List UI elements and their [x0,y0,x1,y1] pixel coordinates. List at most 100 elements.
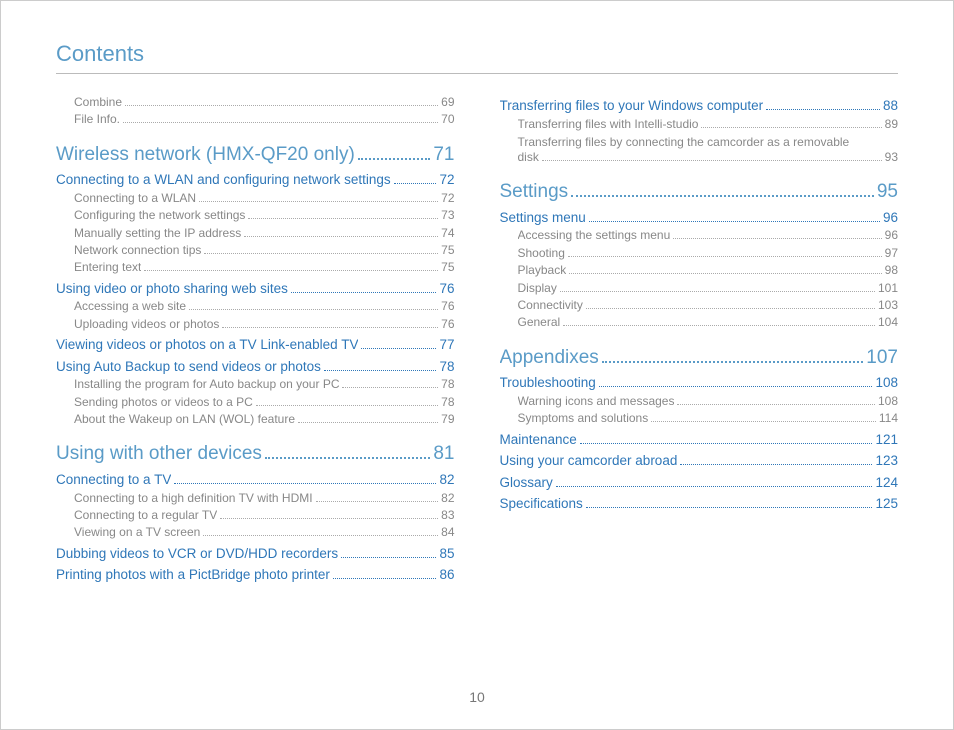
toc-page-number: 123 [875,451,898,471]
dot-leader [560,282,875,292]
toc-entry[interactable]: Network connection tips75 [74,242,455,259]
toc-entry[interactable]: Connecting to a high definition TV with … [74,490,455,507]
toc-page-number: 101 [878,280,898,297]
toc-entry[interactable]: Playback 98 [518,262,899,279]
dot-leader [244,227,438,237]
dot-leader [222,318,438,328]
toc-page-number: 76 [439,279,454,299]
dot-leader [586,299,875,309]
dot-leader [125,96,438,106]
toc-entry[interactable]: Combine69 [74,94,455,111]
toc-label: Dubbing videos to VCR or DVD/HDD recorde… [56,544,338,564]
toc-entry[interactable]: Transferring files by connecting the cam… [518,135,899,166]
toc-page-number: 96 [883,208,898,228]
toc-subsection[interactable]: Using Auto Backup to send videos or phot… [56,357,455,377]
toc-subsection[interactable]: Glossary124 [500,473,899,493]
dot-leader [358,144,431,160]
right-column: Transferring files to your Windows compu… [500,94,899,585]
toc-entry[interactable]: Configuring the network settings73 [74,207,455,224]
toc-label: Connecting to a high definition TV with … [74,490,313,507]
toc-subsection[interactable]: Maintenance121 [500,430,899,450]
toc-entry[interactable]: Connecting to a regular TV83 [74,507,455,524]
dot-leader [568,247,882,257]
toc-entry[interactable]: Transferring files with Intelli-studio89 [518,116,899,133]
toc-subsection[interactable]: Settings menu96 [500,208,899,228]
toc-section[interactable]: Appendixes107 [500,344,899,372]
toc-columns: Combine69File Info.70 Wireless network (H… [56,94,898,585]
toc-label: Maintenance [500,430,577,450]
toc-section[interactable]: Settings95 [500,178,899,206]
toc-entry[interactable]: Warning icons and messages108 [518,393,899,410]
toc-label: General [518,314,561,331]
dot-leader [220,509,438,519]
toc-page-number: 75 [441,242,454,259]
toc-entry[interactable]: Shooting97 [518,245,899,262]
toc-subsection[interactable]: Dubbing videos to VCR or DVD/HDD recorde… [56,544,455,564]
toc-page-number: 103 [878,297,898,314]
toc-label: Settings [500,178,569,206]
toc-subsection[interactable]: Viewing videos or photos on a TV Link-en… [56,335,455,355]
dot-leader [248,209,438,219]
dot-leader [256,396,438,406]
toc-page-number: 72 [441,190,454,207]
dot-leader [599,376,873,387]
toc-entry[interactable]: Display101 [518,280,899,297]
toc-section[interactable]: Using with other devices81 [56,440,455,468]
dot-leader [324,360,437,371]
toc-page-number: 98 [885,262,898,279]
dot-leader [203,526,438,536]
toc-entry[interactable]: Accessing the settings menu96 [518,227,899,244]
toc-entry[interactable]: Accessing a web site76 [74,298,455,315]
dot-leader [316,492,439,502]
toc-label: Using your camcorder abroad [500,451,678,471]
toc-label: File Info. [74,111,120,128]
toc-subsection[interactable]: Using video or photo sharing web sites76 [56,279,455,299]
page-content: Contents Combine69File Info.70 Wireless n… [1,1,953,615]
toc-subsection[interactable]: Transferring files to your Windows compu… [500,96,899,116]
dot-leader [563,316,875,326]
toc-entry[interactable]: Uploading videos or photos76 [74,316,455,333]
toc-entry[interactable]: Manually setting the IP address74 [74,225,455,242]
toc-entry[interactable]: Entering text75 [74,259,455,276]
page-title: Contents [56,41,898,74]
toc-entry[interactable]: Symptoms and solutions114 [518,410,899,427]
toc-subsection[interactable]: Troubleshooting108 [500,373,899,393]
toc-entry[interactable]: About the Wakeup on LAN (WOL) feature79 [74,411,455,428]
toc-label: Warning icons and messages [518,393,675,410]
toc-page-number: 78 [441,376,454,393]
toc-entry[interactable]: Installing the program for Auto backup o… [74,376,455,393]
toc-label: Playback [518,262,567,279]
toc-entry[interactable]: General104 [518,314,899,331]
toc-label: Configuring the network settings [74,207,245,224]
dot-leader [174,473,436,484]
dot-leader [673,229,881,239]
toc-page-number: 108 [875,373,898,393]
dot-leader [123,113,438,123]
toc-subsection[interactable]: Connecting to a WLAN and configuring net… [56,170,455,190]
toc-page-number: 93 [885,149,898,166]
toc-subsection[interactable]: Using your camcorder abroad 123 [500,451,899,471]
toc-page-number: 74 [441,225,454,242]
toc-page-number: 72 [439,170,454,190]
toc-page-number: 96 [885,227,898,244]
toc-entry[interactable]: Sending photos or videos to a PC78 [74,394,455,411]
toc-page-number: 114 [879,410,898,427]
dot-leader [204,244,438,254]
toc-section[interactable]: Wireless network (HMX-QF20 only)71 [56,141,455,169]
toc-page-number: 89 [885,116,898,133]
toc-subsection[interactable]: Connecting to a TV82 [56,470,455,490]
toc-label: Viewing videos or photos on a TV Link-en… [56,335,358,355]
toc-entry[interactable]: Connectivity 103 [518,297,899,314]
toc-page-number: 85 [439,544,454,564]
toc-subsection[interactable]: Specifications125 [500,494,899,514]
toc-entry[interactable]: File Info.70 [74,111,455,128]
toc-label: Wireless network (HMX-QF20 only) [56,141,355,169]
toc-entry[interactable]: Connecting to a WLAN72 [74,190,455,207]
toc-page-number: 84 [441,524,454,541]
dot-leader [586,497,873,508]
left-column: Combine69File Info.70 Wireless network (H… [56,94,455,585]
toc-entry[interactable]: Viewing on a TV screen84 [74,524,455,541]
toc-page-number: 97 [885,245,898,262]
toc-subsection[interactable]: Printing photos with a PictBridge photo … [56,565,455,585]
toc-label: Connectivity [518,297,583,314]
